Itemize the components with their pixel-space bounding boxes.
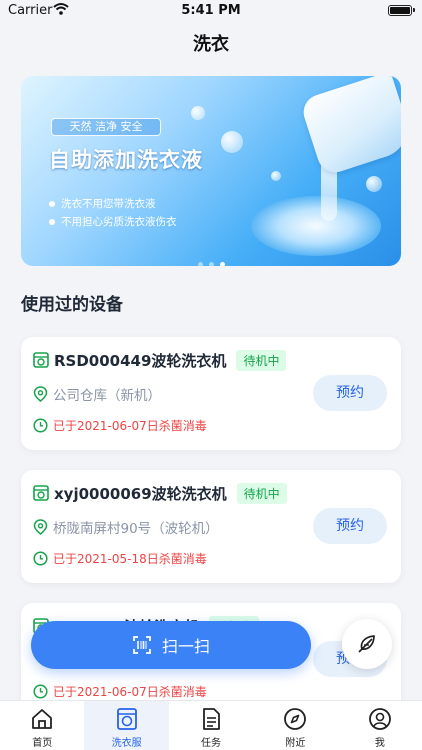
bubble-decor (271, 171, 281, 181)
washing-drum-image (251, 196, 381, 256)
clock-icon (33, 418, 48, 433)
carousel-dot[interactable] (197, 262, 203, 266)
banner-tag: 天然 洁净 安全 (51, 118, 161, 136)
clock: 5:41 PM (181, 3, 241, 18)
tab-label: 洗衣服 (111, 738, 142, 749)
scan-label: 扫一扫 (161, 637, 210, 656)
carousel-dot-active[interactable] (219, 262, 225, 266)
banner-bullet: 不用担心劣质洗衣液伤衣 (49, 214, 177, 229)
device-card[interactable]: xyj0000069波轮洗衣机 待机中 桥陇南屏村90号（波轮机） 已于2021… (21, 470, 401, 583)
disinfect-info: 已于2021-05-18日杀菌消毒 (53, 552, 207, 566)
tab-label: 首页 (32, 738, 53, 749)
washer-icon (116, 708, 137, 730)
tab-label: 我 (374, 738, 385, 749)
user-icon (368, 708, 391, 730)
document-icon (203, 708, 220, 730)
page-title: 洗衣 (193, 34, 229, 55)
detergent-bottle-image (298, 76, 401, 177)
location-pin-icon (33, 386, 48, 402)
bubble-decor (366, 176, 382, 192)
promo-banner[interactable]: 天然 洁净 安全 自助添加洗衣液 洗衣不用您带洗衣液 不用担心劣质洗衣液伤衣 (21, 76, 401, 266)
tab-laundry[interactable]: 洗衣服 (84, 701, 169, 750)
banner-bullet: 洗衣不用您带洗衣液 (49, 196, 156, 211)
bubble-decor (191, 106, 205, 120)
device-name: RSD000449波轮洗衣机 (54, 351, 227, 370)
washer-icon (33, 352, 49, 368)
feather-fab-button[interactable] (342, 619, 392, 669)
feather-icon (358, 635, 375, 653)
disinfect-info: 已于2021-06-07日杀菌消毒 (53, 685, 207, 699)
home-icon (32, 709, 53, 729)
washer-icon (33, 485, 49, 501)
scan-icon (133, 636, 151, 654)
tab-label: 任务 (201, 738, 222, 749)
status-badge: 待机中 (236, 482, 287, 504)
status-bar: Carrier 5:41 PM (0, 0, 422, 22)
clock-icon (33, 684, 48, 699)
carousel-dots[interactable] (21, 252, 401, 266)
location-pin-icon (33, 519, 48, 535)
bottom-tab-bar: 首页 洗衣服 任务 附近 我 (0, 700, 422, 750)
reserve-button[interactable]: 预约 (313, 375, 387, 411)
tab-home[interactable]: 首页 (0, 701, 84, 750)
tab-nearby[interactable]: 附近 (253, 701, 337, 750)
status-badge: 待机中 (236, 349, 287, 371)
device-card[interactable]: RSD000449波轮洗衣机 待机中 公司仓库（新机） 已于2021-06-07… (21, 337, 401, 450)
compass-icon (284, 708, 307, 730)
tab-label: 附近 (285, 738, 306, 749)
section-title: 使用过的设备 (21, 295, 123, 315)
reserve-button[interactable]: 预约 (313, 508, 387, 544)
device-location: 公司仓库（新机） (53, 388, 161, 404)
clock-icon (33, 551, 48, 566)
tab-me[interactable]: 我 (338, 701, 422, 750)
carousel-dot[interactable] (208, 262, 214, 266)
device-location: 桥陇南屏村90号（波轮机） (53, 521, 219, 537)
device-name: xyj0000069波轮洗衣机 (54, 484, 227, 503)
tab-tasks[interactable]: 任务 (169, 701, 253, 750)
disinfect-info: 已于2021-06-07日杀菌消毒 (53, 419, 207, 433)
scan-button[interactable]: 扫一扫 (31, 621, 311, 669)
banner-headline: 自助添加洗衣液 (49, 148, 203, 172)
battery-icon (388, 5, 415, 16)
